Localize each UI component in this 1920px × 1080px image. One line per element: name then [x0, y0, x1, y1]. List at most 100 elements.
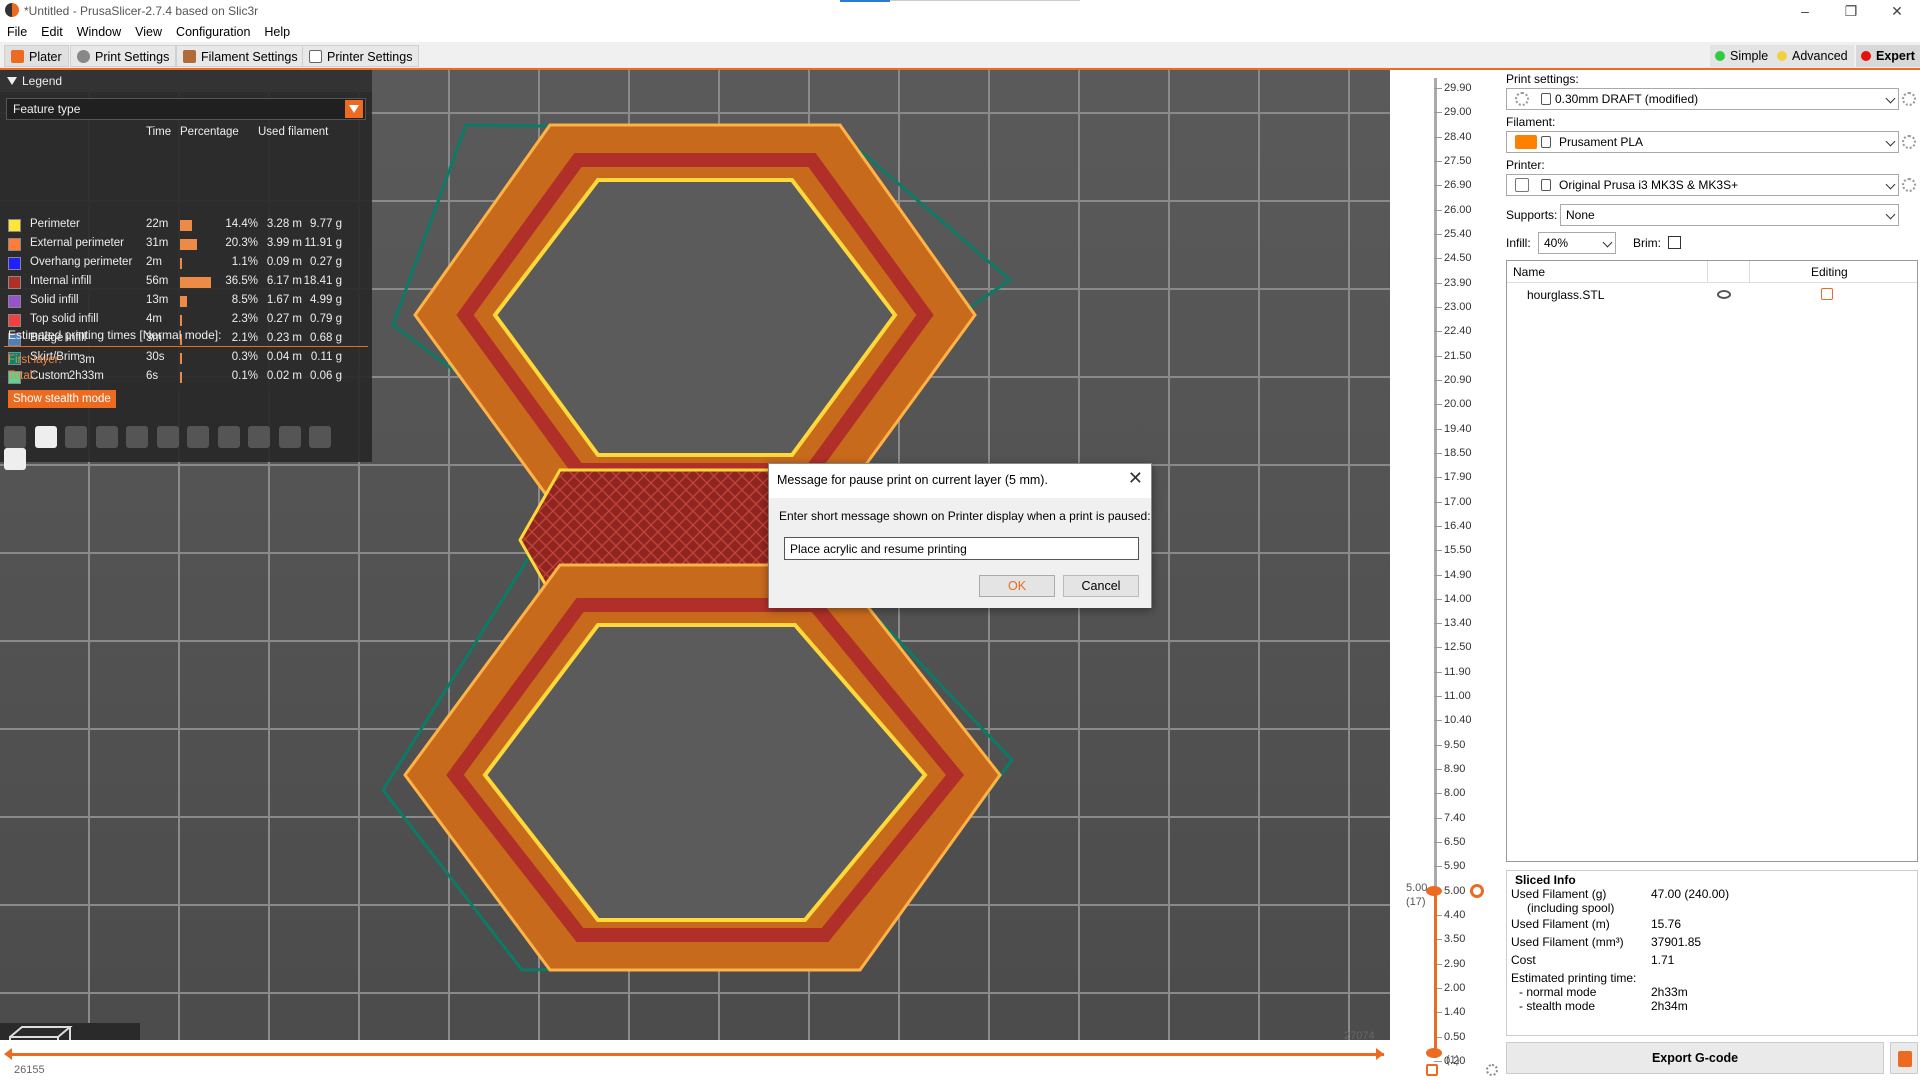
filament-combo[interactable]: Prusament PLA	[1506, 131, 1899, 153]
brim-checkbox[interactable]	[1668, 236, 1681, 249]
mode-expert[interactable]: Expert	[1856, 45, 1920, 67]
infill-combo[interactable]: 40%	[1538, 232, 1616, 254]
show-stealth-mode-button[interactable]: Show stealth mode	[8, 390, 116, 408]
lock-icon	[1541, 136, 1551, 148]
object-row[interactable]: hourglass.STL	[1507, 285, 1917, 305]
edit-icon[interactable]	[1821, 288, 1833, 300]
infill-value: 40%	[1544, 236, 1569, 250]
legend-item-length: 0.27 m	[266, 313, 302, 325]
mode-simple[interactable]: Simple	[1710, 45, 1775, 67]
right-thumb-icon[interactable]	[1376, 1048, 1384, 1060]
left-thumb-icon[interactable]	[4, 1048, 12, 1060]
edit-printer-icon[interactable]	[1902, 178, 1916, 192]
cancel-button[interactable]: Cancel	[1063, 575, 1139, 597]
center-of-gravity-icon[interactable]	[278, 426, 301, 448]
title-underline	[890, 0, 1080, 1]
layer-tick	[1434, 598, 1442, 600]
layer-tick	[1434, 160, 1442, 162]
wipe-icon[interactable]	[34, 426, 57, 448]
shells-icon[interactable]	[309, 426, 331, 448]
retractions-icon[interactable]	[65, 426, 87, 448]
first-layer-label: First layer:	[8, 354, 62, 366]
tab-filament-settings[interactable]: Filament Settings	[176, 45, 305, 67]
legend-item-bar	[180, 353, 182, 364]
col-editing: Editing	[1811, 265, 1848, 279]
tab-print-settings[interactable]: Print Settings	[70, 45, 177, 67]
menu-help[interactable]: Help	[257, 22, 297, 39]
upper-thumb-icon[interactable]	[1426, 886, 1442, 896]
settings-icon[interactable]	[1486, 1064, 1498, 1076]
legend-item-time: 30s	[146, 351, 165, 363]
lock-icon[interactable]	[1426, 1064, 1438, 1076]
legend-item-length: 0.04 m	[266, 351, 302, 363]
legend-item-weight: 0.11 g	[310, 351, 342, 363]
layer-slider[interactable]: 29.90 29.00 28.40 27.50 26.90 26.00 25.40 24.50…	[1390, 70, 1502, 1080]
menu-file[interactable]: File	[0, 22, 34, 39]
layer-tick	[1434, 233, 1442, 235]
object-list[interactable]: Name Editing hourglass.STL	[1506, 260, 1918, 862]
col-used-filament: Used filament	[258, 126, 329, 138]
sliced-info-value: 2h33m	[1651, 985, 1688, 999]
tab-printer-settings[interactable]: Printer Settings	[302, 45, 420, 67]
chevron-down-icon	[1885, 93, 1896, 104]
close-icon[interactable]: ✕	[1874, 0, 1920, 22]
layer-tick-label: 1.40	[1444, 1006, 1466, 1019]
legend-header[interactable]: Legend	[0, 70, 372, 92]
eye-icon[interactable]	[1717, 290, 1731, 299]
legend-item-time: 2m	[146, 256, 162, 268]
supports-combo[interactable]: None	[1560, 204, 1899, 226]
mode-advanced[interactable]: Advanced	[1772, 45, 1854, 67]
seams-icon[interactable]	[126, 426, 148, 448]
legend-row[interactable]: External perimeter 31m 20.3% 3.99 m 11.91 g	[8, 235, 368, 254]
tab-plater-label: Plater	[29, 50, 62, 64]
layer-tick	[1434, 793, 1442, 795]
restore-icon[interactable]: ❐	[1828, 0, 1874, 22]
tool-marker-icon[interactable]	[4, 448, 26, 470]
layer-tick-label: 8.00	[1444, 787, 1466, 800]
pause-prints-icon[interactable]	[217, 426, 240, 448]
lower-thumb-icon[interactable]	[1426, 1048, 1442, 1058]
menu-view[interactable]: View	[128, 22, 169, 39]
legend-item-percentage: 8.5%	[231, 294, 258, 306]
color-changes-icon[interactable]	[187, 426, 209, 448]
supports-value: None	[1566, 208, 1595, 222]
print-settings-combo[interactable]: 0.30mm DRAFT (modified)	[1506, 88, 1899, 110]
legend-item-bar	[180, 296, 188, 307]
legend-row[interactable]: Perimeter 22m 14.4% 3.28 m 9.77 g	[8, 216, 368, 235]
travel-icon[interactable]	[4, 426, 26, 448]
cog-icon[interactable]	[1470, 884, 1484, 898]
tab-plater[interactable]: Plater	[4, 45, 69, 67]
pause-message-input[interactable]	[784, 537, 1139, 560]
layer-tick	[1434, 744, 1442, 746]
export-gcode-button[interactable]: Export G-code	[1506, 1042, 1884, 1074]
ok-button[interactable]: OK	[979, 575, 1055, 597]
edit-filament-icon[interactable]	[1902, 135, 1916, 149]
layer-tick	[1434, 647, 1442, 649]
move-slider[interactable]: 26155 27074	[0, 1030, 1390, 1080]
layer-tick-label: 2.90	[1444, 957, 1466, 970]
menu-configuration[interactable]: Configuration	[169, 22, 257, 39]
menu-edit[interactable]: Edit	[34, 22, 70, 39]
printer-combo[interactable]: Original Prusa i3 MK3S & MK3S+	[1506, 174, 1899, 196]
menu-window[interactable]: Window	[70, 22, 128, 39]
sliced-info-title: Sliced Info	[1515, 873, 1576, 887]
view-type-select[interactable]: Feature type	[6, 98, 366, 120]
tool-changes-icon[interactable]	[156, 426, 179, 448]
custom-gcodes-icon[interactable]	[248, 426, 270, 448]
deretractions-icon[interactable]	[95, 426, 118, 448]
legend-item-percentage: 0.1%	[231, 370, 258, 382]
layer-tick-label: 17.00	[1444, 495, 1472, 508]
total-label: Total:	[8, 370, 36, 382]
legend-row[interactable]: Internal infill 56m 36.5% 6.17 m 18.41 g	[8, 273, 368, 292]
sliced-info-value: 1.71	[1651, 953, 1675, 967]
divider	[4, 346, 368, 347]
legend-row[interactable]: Overhang perimeter 2m 1.1% 0.09 m 0.27 g	[8, 254, 368, 273]
send-to-device-button[interactable]	[1890, 1042, 1918, 1074]
layer-tick-label: 5.90	[1444, 860, 1466, 873]
minimize-icon[interactable]: –	[1782, 0, 1828, 22]
layer-tick-label: 21.50	[1444, 349, 1472, 362]
dialog-prompt: Enter short message shown on Printer dis…	[779, 509, 1151, 523]
edit-print-settings-icon[interactable]	[1902, 92, 1916, 106]
close-icon[interactable]: ✕	[1128, 468, 1143, 489]
legend-row[interactable]: Solid infill 13m 8.5% 1.67 m 4.99 g	[8, 292, 368, 311]
